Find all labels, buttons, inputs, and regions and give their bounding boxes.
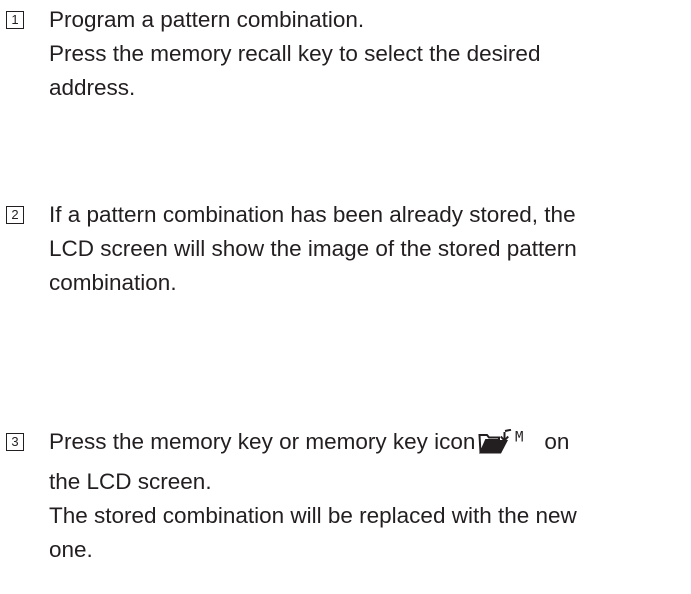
step-number-2: 2 (6, 206, 24, 224)
memory-key-icon: M (478, 428, 536, 465)
step-3: 3 Press the memory key or memory key ico… (6, 425, 686, 567)
step-1-line-1: Program a pattern combination. (49, 7, 365, 32)
memory-key-icon-letter: M (515, 430, 523, 446)
step-2-line-1: If a pattern combination has been alread… (49, 202, 576, 227)
step-3-line-1-text: Press the memory key or memory key icon (49, 429, 476, 454)
step-number-1: 1 (6, 11, 24, 29)
step-3-line-2: the LCD screen. (49, 469, 212, 494)
step-2-line-3: combination. (49, 270, 177, 295)
step-2: 2 If a pattern combination has been alre… (6, 198, 686, 300)
step-3-line-3: The stored combination will be replaced … (49, 503, 577, 528)
step-1-line-2: Press the memory recall key to select th… (49, 41, 541, 66)
step-1: 1 Program a pattern combination. Press t… (6, 3, 686, 105)
step-3-line-4: one. (49, 537, 93, 562)
step-3-line-1-after-icon: on (544, 429, 570, 454)
step-1-line-3: address. (49, 75, 136, 100)
step-2-line-2: LCD screen will show the image of the st… (49, 236, 577, 261)
step-number-3: 3 (6, 433, 24, 451)
step-3-line-1: Press the memory key or memory key icon … (6, 425, 686, 465)
